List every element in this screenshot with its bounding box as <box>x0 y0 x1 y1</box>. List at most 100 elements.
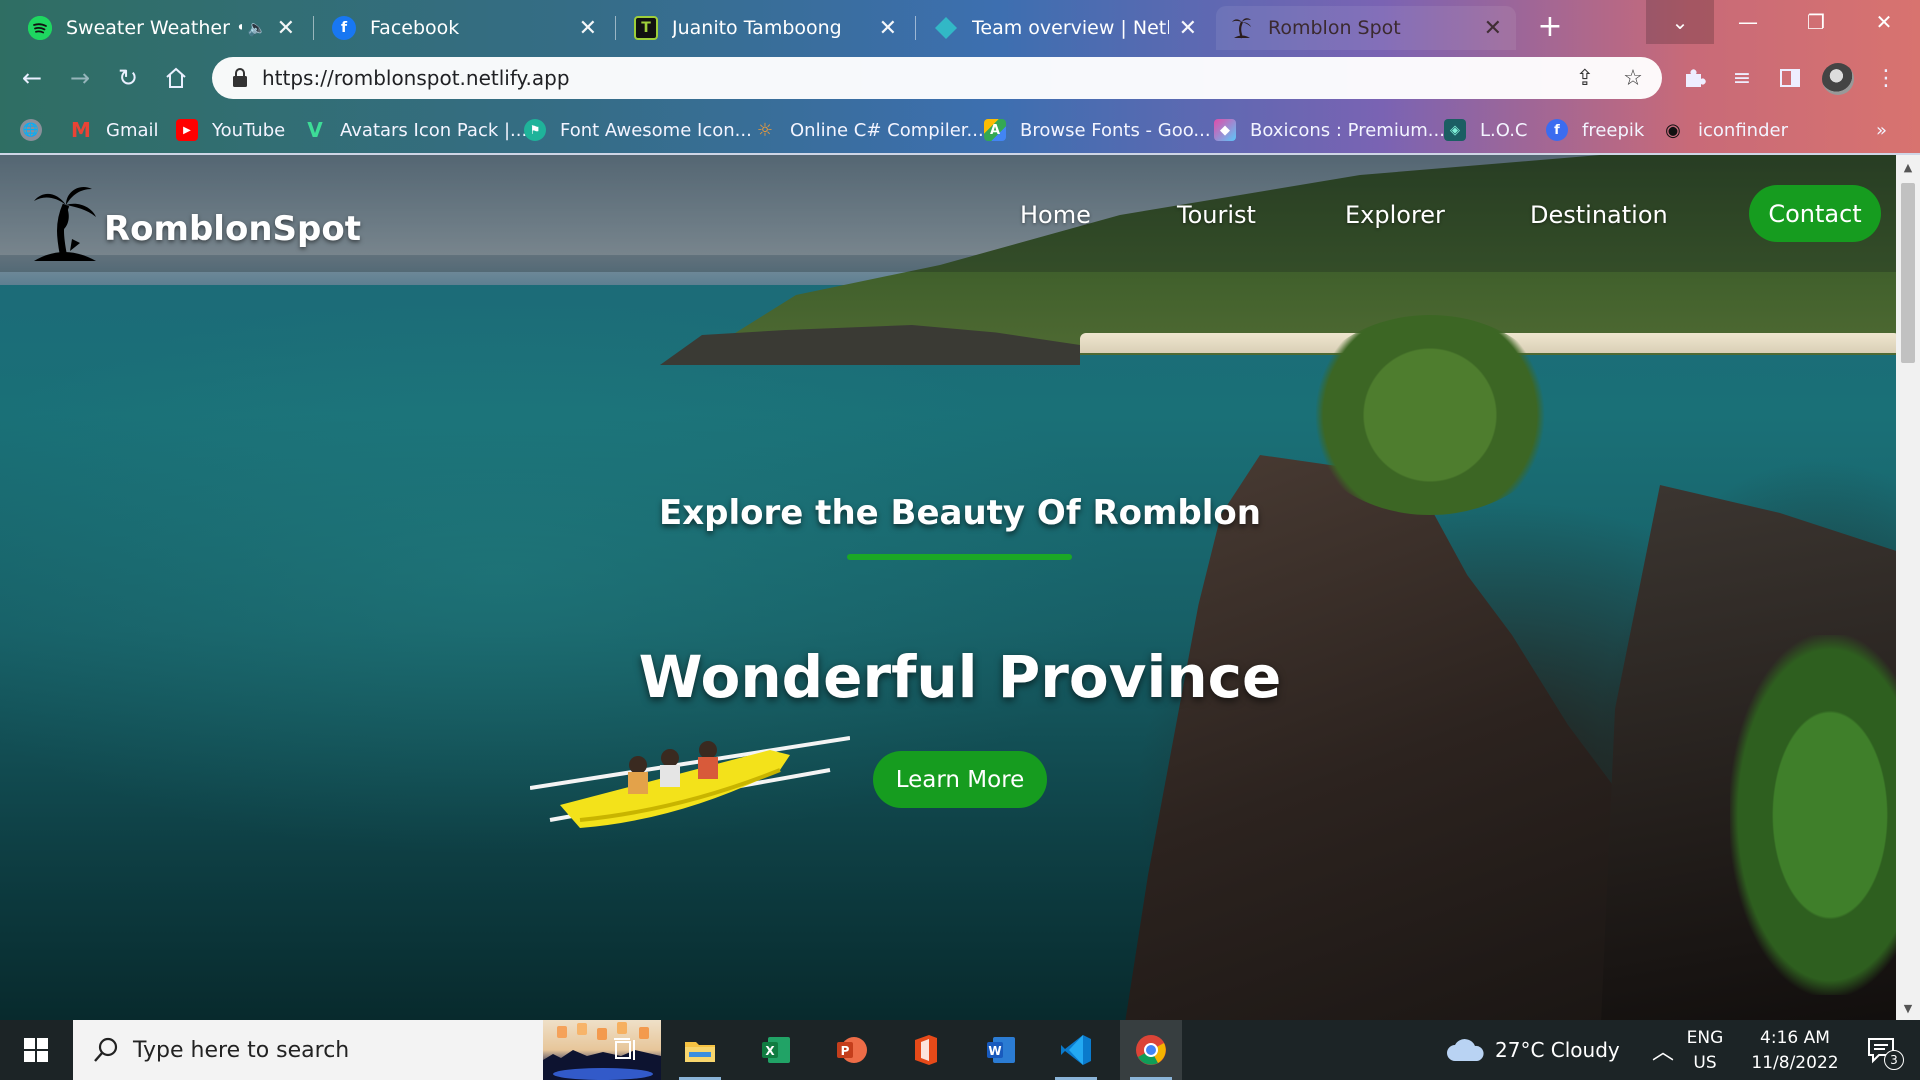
bookmark-boxicons[interactable]: ◆ Boxicons : Premium... <box>1214 116 1445 144</box>
reload-icon[interactable]: ↻ <box>112 62 144 94</box>
hero-underline <box>847 554 1072 560</box>
bookmarks-overflow-button[interactable]: » <box>1876 116 1887 144</box>
bookmark-csharp-compiler[interactable]: ☼ Online C# Compiler... <box>754 116 984 144</box>
chevron-double-right-icon: » <box>1876 119 1888 141</box>
page-scrollbar[interactable]: ▲ ▼ <box>1896 155 1920 1020</box>
bookmark-label: freepik <box>1582 119 1645 141</box>
bookmarks-bar: 🌐 M Gmail ▶ YouTube V Avatars Icon Pack … <box>0 106 1920 154</box>
tab-title: Juanito Tamboong <box>672 17 842 39</box>
tab-romblon-spot[interactable]: Romblon Spot ✕ <box>1216 6 1516 50</box>
nav-tourist[interactable]: Tourist <box>1177 201 1256 229</box>
file-explorer-icon[interactable] <box>669 1020 731 1080</box>
close-icon[interactable]: ✕ <box>579 16 597 41</box>
back-arrow-icon[interactable]: ← <box>16 62 48 94</box>
keyboard-region: US <box>1693 1053 1717 1073</box>
nav-destination[interactable]: Destination <box>1530 201 1668 229</box>
svg-text:W: W <box>988 1044 1001 1058</box>
address-bar[interactable]: https://romblonspot.netlify.app ⇪ ☆ <box>212 57 1662 99</box>
bookmark-label: iconfinder <box>1698 119 1788 141</box>
bookmark-freepik[interactable]: f freepik <box>1546 116 1644 144</box>
media-queue-icon[interactable]: ≡ <box>1726 62 1758 94</box>
boxicons-icon: ◆ <box>1214 119 1236 141</box>
powerpoint-icon[interactable]: P <box>820 1020 882 1080</box>
speaker-icon[interactable]: 🔈 <box>248 19 267 37</box>
apps-globe-icon[interactable]: 🌐 <box>20 116 42 144</box>
browser-chrome: Sweater Weather • Th 🔈 ✕ f Facebook ✕ T … <box>0 0 1920 155</box>
tab-title: Sweater Weather • Th <box>66 17 242 39</box>
profile-avatar[interactable] <box>1822 63 1854 95</box>
bookmark-label: YouTube <box>212 119 286 141</box>
tab-facebook[interactable]: f Facebook ✕ <box>318 6 611 50</box>
menu-kebab-icon[interactable]: ⋮ <box>1870 62 1902 94</box>
close-icon[interactable]: ✕ <box>277 16 295 41</box>
nav-home[interactable]: Home <box>1020 201 1091 229</box>
bookmark-star-icon[interactable]: ☆ <box>1620 65 1646 91</box>
nav-explorer[interactable]: Explorer <box>1345 201 1445 229</box>
clock-time: 4:16 AM <box>1760 1028 1830 1048</box>
new-tab-button[interactable]: + <box>1532 8 1568 44</box>
extensions-puzzle-icon[interactable] <box>1678 62 1710 94</box>
windows-start-icon[interactable] <box>12 1034 60 1066</box>
scroll-up-arrow-icon[interactable]: ▲ <box>1896 155 1920 179</box>
notification-badge: 3 <box>1884 1050 1904 1070</box>
hero-subtitle: Explore the Beauty Of Romblon <box>659 493 1261 533</box>
logo-text: RomblonSpot <box>104 209 361 249</box>
bookmark-youtube[interactable]: ▶ YouTube <box>176 116 285 144</box>
scrollbar-thumb[interactable] <box>1901 183 1915 363</box>
hero-section: RomblonSpot Home Tourist Explorer Destin… <box>0 155 1896 1020</box>
tab-netlify[interactable]: Team overview | Netlify ✕ <box>920 6 1211 50</box>
office-icon[interactable] <box>895 1020 957 1080</box>
svg-text:X: X <box>765 1044 775 1058</box>
input-language-indicator[interactable]: ENG US <box>1680 1026 1730 1076</box>
hero-title: Wonderful Province <box>638 643 1282 711</box>
bookmark-loc[interactable]: ◈ L.O.C <box>1444 116 1527 144</box>
netlify-icon <box>934 16 958 40</box>
tab-spotify[interactable]: Sweater Weather • Th 🔈 ✕ <box>14 6 309 50</box>
bookmark-gmail[interactable]: M Gmail <box>70 116 158 144</box>
notification-center-icon[interactable]: 3 <box>1852 1020 1912 1080</box>
url-text: https://romblonspot.netlify.app <box>262 66 570 90</box>
lock-icon[interactable] <box>230 67 250 89</box>
youtube-icon: ▶ <box>176 119 198 141</box>
facebook-icon: f <box>332 16 356 40</box>
task-view-icon[interactable] <box>595 1020 657 1080</box>
weather-widget[interactable]: 27°C Cloudy <box>1445 1020 1620 1080</box>
spotify-icon <box>28 16 52 40</box>
vscode-icon[interactable] <box>1045 1020 1107 1080</box>
close-icon[interactable]: ✕ <box>1484 16 1502 41</box>
taskbar-clock[interactable]: 4:16 AM 11/8/2022 <box>1740 1026 1850 1076</box>
site-logo[interactable]: RomblonSpot <box>30 183 361 263</box>
svg-text:P: P <box>841 1044 850 1058</box>
close-icon[interactable]: ✕ <box>1179 16 1197 41</box>
compiler-icon: ☼ <box>756 119 774 141</box>
close-window-button[interactable]: ✕ <box>1850 0 1918 44</box>
forward-arrow-icon[interactable]: → <box>64 62 96 94</box>
google-fonts-icon: A <box>984 119 1006 141</box>
page-viewport: RomblonSpot Home Tourist Explorer Destin… <box>0 155 1920 1020</box>
minimize-button[interactable]: — <box>1714 0 1782 44</box>
tab-juanito[interactable]: T Juanito Tamboong ✕ <box>620 6 911 50</box>
bookmark-avatars[interactable]: V Avatars Icon Pack |... <box>304 116 527 144</box>
home-icon[interactable] <box>160 62 192 94</box>
word-icon[interactable]: W <box>970 1020 1032 1080</box>
contact-button[interactable]: Contact <box>1749 185 1881 242</box>
language-code: ENG <box>1686 1028 1724 1048</box>
bookmark-font-awesome[interactable]: ⚑ Font Awesome Icon... <box>524 116 752 144</box>
learn-more-button[interactable]: Learn More <box>873 751 1047 808</box>
side-panel-icon[interactable] <box>1774 62 1806 94</box>
share-icon[interactable]: ⇪ <box>1572 65 1598 91</box>
chrome-icon[interactable] <box>1120 1020 1182 1080</box>
palm-tree-icon <box>1230 16 1254 40</box>
hero-background-tree <box>1300 315 1560 515</box>
scroll-down-arrow-icon[interactable]: ▼ <box>1896 996 1920 1020</box>
search-placeholder: Type here to search <box>133 1037 350 1063</box>
tab-search-button[interactable]: ⌄ <box>1646 0 1714 44</box>
excel-icon[interactable]: X <box>745 1020 807 1080</box>
close-icon[interactable]: ✕ <box>879 16 897 41</box>
boat-illustration <box>530 736 850 828</box>
restore-button[interactable]: ❐ <box>1782 0 1850 44</box>
bookmark-iconfinder[interactable]: ◉ iconfinder <box>1662 116 1788 144</box>
bookmark-google-fonts[interactable]: A Browse Fonts - Goo... <box>984 116 1211 144</box>
taskbar-search-box[interactable]: Type here to search <box>73 1020 661 1080</box>
chevron-up-icon[interactable]: ︿ <box>1652 1020 1674 1080</box>
